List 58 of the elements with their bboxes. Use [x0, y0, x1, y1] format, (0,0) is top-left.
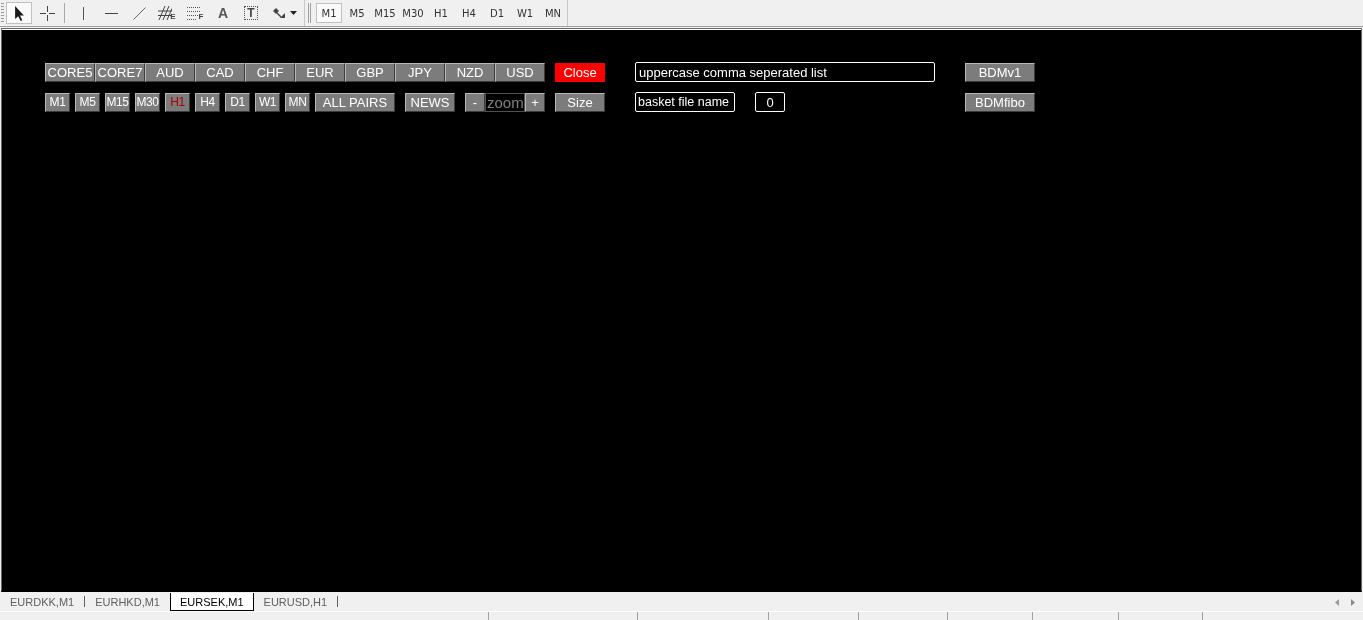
size-button[interactable]: Size	[555, 92, 605, 112]
timeframe-button[interactable]: W1	[255, 92, 280, 112]
timeframe-button[interactable]: M30	[400, 3, 426, 23]
timeframe-button[interactable]: M5	[344, 3, 370, 23]
chart-tab[interactable]: EURHKD,M1	[85, 593, 170, 611]
chart-tab[interactable]: EURUSD,H1	[253, 593, 338, 611]
timeframe-button[interactable]: W1	[512, 3, 538, 23]
chart-tab[interactable]: EURDKK,M1	[0, 593, 85, 611]
symbol-button[interactable]: GBP	[345, 62, 395, 82]
crosshair-icon	[39, 5, 55, 21]
timeframe-button[interactable]: M1	[45, 92, 70, 112]
zoom-in-button[interactable]: +	[525, 92, 545, 112]
timeframe-button[interactable]: M5	[75, 92, 100, 112]
text-label-button[interactable]: T	[238, 2, 264, 24]
indicator-button[interactable]: BDMfibo	[965, 92, 1035, 112]
timeframe-button[interactable]: D1	[484, 3, 510, 23]
zoom-out-button[interactable]: -	[465, 92, 485, 112]
basket-file-field[interactable]: basket file name	[635, 92, 735, 112]
symbol-button[interactable]: USD	[495, 62, 545, 82]
vertical-line-icon	[82, 6, 84, 20]
symbol-button[interactable]: CORE5	[45, 62, 95, 82]
cursor-icon	[14, 5, 24, 21]
fibo-grid-button[interactable]: F	[182, 2, 208, 24]
symbol-button[interactable]: CORE7	[95, 62, 145, 82]
news-button[interactable]: NEWS	[405, 92, 455, 112]
timeframe-button[interactable]: H4	[195, 92, 220, 112]
toolbar-grip[interactable]	[1, 3, 4, 23]
text-button[interactable]: A	[210, 2, 236, 24]
symbol-button[interactable]: JPY	[395, 62, 445, 82]
symbol-button[interactable]: CHF	[245, 62, 295, 82]
timeframe-button[interactable]: H1	[428, 3, 454, 23]
timeframe-button[interactable]: M15	[372, 3, 398, 23]
diagonal-line-icon	[132, 6, 146, 20]
dotted-lines-icon	[186, 6, 201, 20]
arrows-icon	[271, 6, 286, 20]
symbol-list-field[interactable]: uppercase comma seperated list	[635, 62, 935, 82]
symbol-button[interactable]: AUD	[145, 62, 195, 82]
timeframe-button[interactable]: H4	[456, 3, 482, 23]
symbol-button[interactable]: EUR	[295, 62, 345, 82]
all-pairs-button[interactable]: ALL PAIRS	[315, 92, 395, 112]
horizontal-line-icon	[104, 12, 118, 14]
timeframe-button[interactable]: MN	[285, 92, 310, 112]
toolbar-grip[interactable]	[308, 3, 311, 23]
caret-icon	[289, 11, 297, 15]
pointer-button[interactable]	[6, 2, 32, 24]
count-field[interactable]: 0	[755, 92, 785, 112]
symbol-button[interactable]: CAD	[195, 62, 245, 82]
timeframe-button[interactable]: D1	[225, 92, 250, 112]
timeframe-button[interactable]: M15	[105, 92, 130, 112]
close-button[interactable]: Close	[555, 62, 605, 82]
chart-tab[interactable]: EURSEK,M1	[170, 593, 254, 611]
scroll-right-icon[interactable]	[1351, 598, 1355, 606]
symbol-button[interactable]: NZD	[445, 62, 495, 82]
zoom-field[interactable]: zoom	[485, 92, 525, 112]
indicator-button[interactable]: BDMv1	[965, 62, 1035, 82]
timeframe-button[interactable]: M30	[135, 92, 160, 112]
timeframe-button[interactable]: MN	[540, 3, 566, 23]
timeframe-button[interactable]: M1	[316, 3, 342, 23]
